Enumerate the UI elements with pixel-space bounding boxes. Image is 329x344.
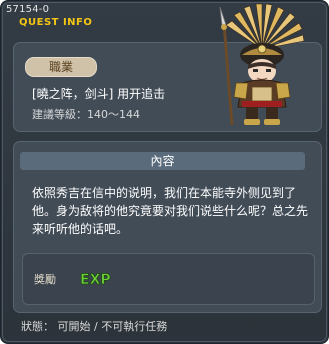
job-badge: 職業 [25,57,97,77]
quest-title: [曉之阵，剑斗] 用开追击 [32,87,166,101]
content-panel: 內容 依照秀吉在信中的说明，我们在本能寺外侧见到了他。身为敌将的他究竟要对我们说… [13,141,322,313]
reward-box: 獎勵 EXP [22,253,315,305]
status-label: 狀態： [21,320,54,333]
quest-level: 建議等級：140～144 [32,108,140,121]
content-section-title: 內容 [20,152,305,170]
window-frame: 57154-0 QUEST INFO 職業 [曉之阵，剑斗] 用开追击 建議等級… [2,2,327,342]
quest-info-window: 57154-0 QUEST INFO 職業 [曉之阵，剑斗] 用开追击 建議等級… [0,0,329,344]
reward-label: 獎勵 [34,273,56,286]
quest-description: 依照秀吉在信中的说明，我们在本能寺外侧见到了他。身为敌将的他究竟要对我们说些什么… [32,186,309,236]
npc-portrait [219,3,305,126]
exp-text: EXP [80,272,111,288]
status-line: 狀態： 可開始 / 不可執行任務 [21,318,167,334]
quest-info-header: QUEST INFO [19,17,93,28]
status-value: 可開始 / 不可執行任務 [57,320,168,333]
quest-id: 57154-0 [6,4,50,15]
exp-icon[interactable]: EXP [78,268,112,288]
